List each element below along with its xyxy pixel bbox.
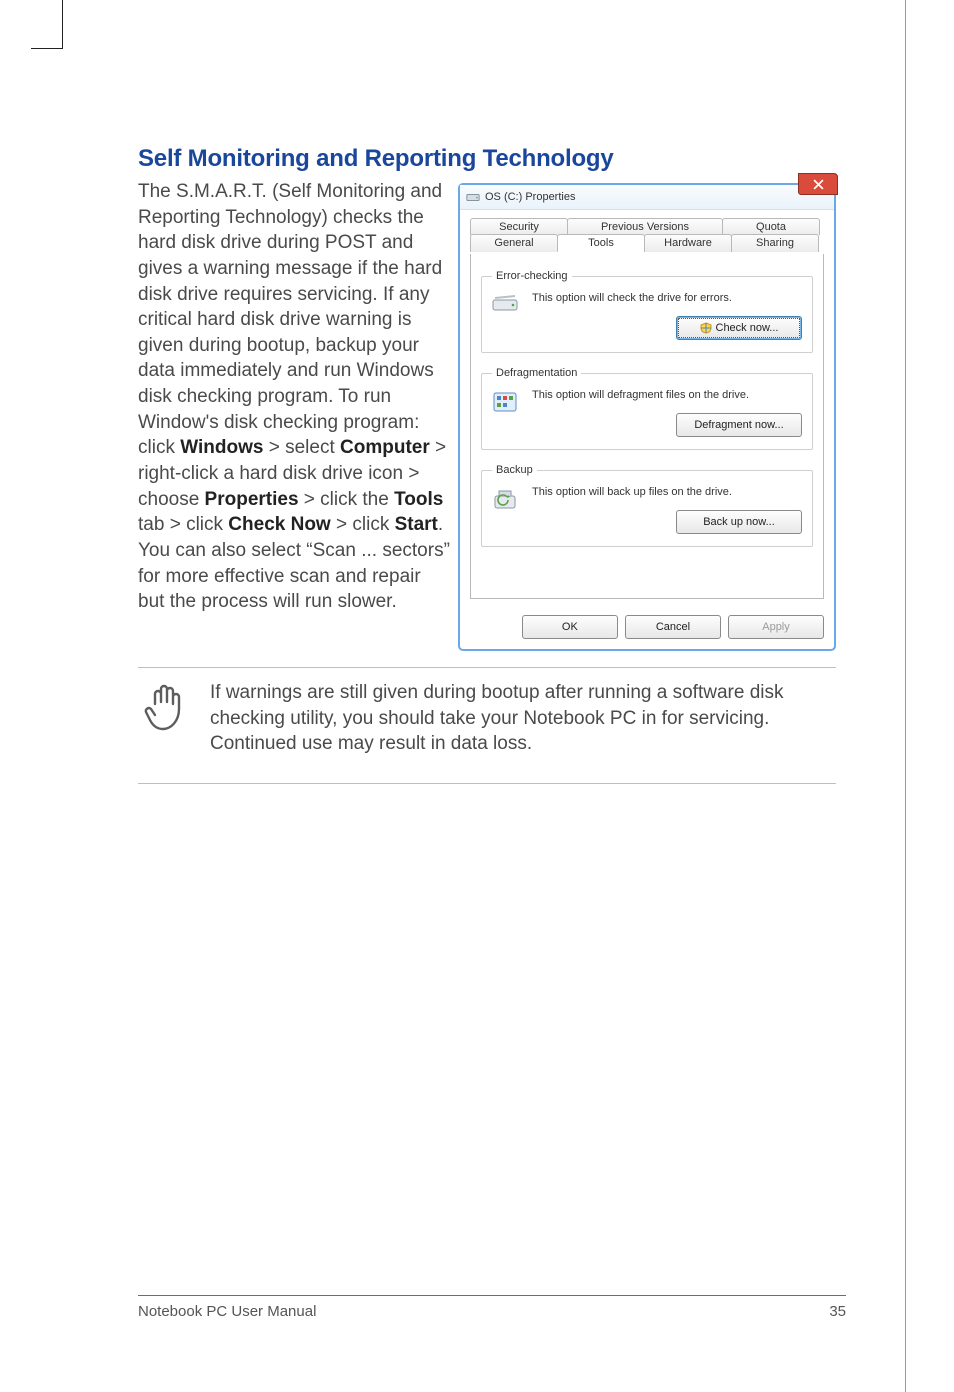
note-text: If warnings are still given during bootu…	[210, 680, 836, 757]
dialog-title: OS (C:) Properties	[485, 191, 575, 203]
bold-properties: Properties	[205, 489, 299, 510]
legend-backup: Backup	[492, 464, 537, 476]
body-segment: tab > click	[138, 514, 228, 535]
note-box: If warnings are still given during bootu…	[138, 676, 836, 767]
ok-button[interactable]: OK	[522, 615, 618, 639]
group-defragmentation: Defragmentation This option will defragm…	[481, 367, 813, 450]
body-segment: > click the	[299, 489, 395, 510]
body-segment: > select	[263, 437, 340, 458]
group-error-checking: Error-checking This option will check th…	[481, 270, 813, 353]
bold-start: Start	[395, 514, 438, 535]
properties-dialog: OS (C:) Properties Security Previous Ver…	[458, 183, 836, 651]
tab-general[interactable]: General	[470, 234, 558, 252]
bold-check-now: Check Now	[228, 514, 330, 535]
section-heading: Self Monitoring and Reporting Technology	[138, 145, 836, 173]
tab-hardware[interactable]: Hardware	[644, 234, 732, 252]
note-separator-bottom	[138, 783, 836, 784]
defragment-now-label: Defragment now...	[694, 419, 783, 431]
group-backup: Backup This option will back up files on…	[481, 464, 813, 547]
close-button[interactable]	[798, 173, 838, 195]
bold-windows: Windows	[180, 437, 263, 458]
tab-strip: Security Previous Versions Quota General…	[470, 218, 824, 254]
close-icon	[813, 179, 824, 190]
body-segment: > click	[331, 514, 395, 535]
dialog-titlebar: OS (C:) Properties	[460, 185, 834, 210]
page-number: 35	[829, 1303, 846, 1320]
drive-check-icon	[492, 292, 520, 314]
tab-previous-versions[interactable]: Previous Versions	[567, 218, 723, 235]
body-segment: The S.M.A.R.T. (Self Monitoring and Repo…	[138, 181, 442, 458]
tab-sharing[interactable]: Sharing	[731, 234, 819, 252]
footer-title: Notebook PC User Manual	[138, 1303, 316, 1320]
legend-error-checking: Error-checking	[492, 270, 572, 282]
backup-icon	[492, 486, 520, 512]
page-footer: Notebook PC User Manual 35	[138, 1295, 846, 1320]
tab-security[interactable]: Security	[470, 218, 568, 235]
crop-mark	[62, 0, 81, 48]
shield-icon	[700, 322, 712, 334]
dialog-button-row: OK Cancel Apply	[460, 609, 834, 649]
defragment-now-button[interactable]: Defragment now...	[676, 413, 802, 437]
backup-now-label: Back up now...	[703, 516, 775, 528]
defrag-text: This option will defragment files on the…	[532, 389, 749, 401]
tab-panel-tools: Error-checking This option will check th…	[470, 254, 824, 599]
bold-computer: Computer	[340, 437, 430, 458]
cancel-button[interactable]: Cancel	[625, 615, 721, 639]
defrag-icon	[492, 389, 520, 415]
error-checking-text: This option will check the drive for err…	[532, 292, 732, 304]
hand-stop-icon	[141, 682, 189, 734]
bold-tools: Tools	[394, 489, 443, 510]
tab-quota[interactable]: Quota	[722, 218, 820, 235]
apply-button[interactable]: Apply	[728, 615, 824, 639]
check-now-button[interactable]: Check now...	[676, 316, 802, 340]
backup-text: This option will back up files on the dr…	[532, 486, 732, 498]
legend-defragmentation: Defragmentation	[492, 367, 581, 379]
drive-icon	[466, 190, 480, 204]
tab-tools[interactable]: Tools	[557, 234, 645, 252]
page-right-edge	[905, 0, 906, 1392]
backup-now-button[interactable]: Back up now...	[676, 510, 802, 534]
note-separator-top	[138, 667, 836, 668]
check-now-label: Check now...	[716, 322, 779, 334]
